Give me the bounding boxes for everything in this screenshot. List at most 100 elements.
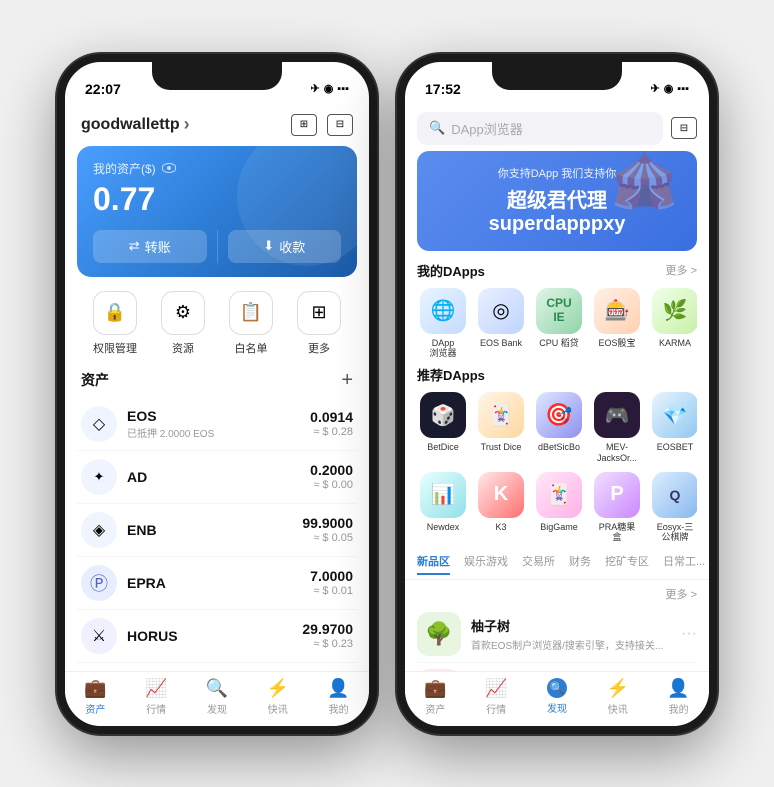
dapp-betdice[interactable]: 🎲 BetDice bbox=[417, 392, 469, 464]
dapp-newdex[interactable]: 📊 Newdex bbox=[417, 472, 469, 544]
news-tab-icon-r: ⚡ bbox=[607, 678, 629, 699]
cat-finance[interactable]: 财务 bbox=[569, 553, 591, 575]
asset-item-epra[interactable]: Ⓟ EPRA 7.0000 ≈ $ 0.01 bbox=[77, 557, 357, 610]
tab-mine-right[interactable]: 👤 我的 bbox=[648, 678, 709, 716]
resource-action[interactable]: ⚙ 资源 bbox=[161, 291, 205, 356]
cat-exchange[interactable]: 交易所 bbox=[522, 553, 555, 575]
dapp-newdex-icon: 📊 bbox=[420, 472, 466, 518]
dapp-k3[interactable]: K K3 bbox=[475, 472, 527, 544]
qr-icon[interactable]: ⊞ bbox=[291, 114, 317, 136]
new-app-yuzishu[interactable]: 🌳 柚子树 首款EOS制户浏览器/搜索引擎，支持接关... ··· bbox=[417, 606, 697, 663]
eos-name: EOS bbox=[127, 408, 310, 424]
whitelist-action[interactable]: 📋 白名单 bbox=[229, 291, 273, 356]
dapp-trustdice[interactable]: 🃏 Trust Dice bbox=[475, 392, 527, 464]
cat-mining[interactable]: 挖矿专区 bbox=[605, 553, 649, 575]
scan-icon-right[interactable]: ⊟ bbox=[671, 117, 697, 139]
notch-left bbox=[152, 62, 282, 90]
transfer-icon: ⇄ bbox=[129, 238, 140, 254]
ad-value: 0.2000 ≈ $ 0.00 bbox=[310, 462, 353, 491]
epra-amount: 7.0000 bbox=[310, 568, 353, 584]
recommended-row2: 📊 Newdex K K3 🃏 BigGame P PRA糖果盒 bbox=[417, 472, 697, 544]
enb-amount: 99.9000 bbox=[302, 515, 353, 531]
horus-amount: 29.9700 bbox=[302, 621, 353, 637]
enb-name: ENB bbox=[127, 522, 302, 538]
tab-discover-right[interactable]: 🔍 发现 bbox=[527, 678, 588, 716]
tab-mine-left[interactable]: 👤 我的 bbox=[308, 678, 369, 716]
yuzishu-name: 柚子树 bbox=[471, 616, 671, 635]
balance-label: 我的资产($) bbox=[93, 160, 341, 177]
epra-value: 7.0000 ≈ $ 0.01 bbox=[310, 568, 353, 597]
dapp-k3-icon: K bbox=[478, 472, 524, 518]
dapp-biggame-label: BigGame bbox=[540, 522, 578, 533]
dapp-search-bar[interactable]: 🔍 DApp浏览器 bbox=[417, 112, 663, 145]
dapp-eosbank[interactable]: ◎ EOS Bank bbox=[475, 288, 527, 360]
tab-assets-left[interactable]: 💼 资产 bbox=[65, 678, 126, 716]
new-app-poker[interactable]: ♠ 魔力扑克 一款多人在线区块链扑克游戏 ··· bbox=[417, 663, 697, 670]
receive-icon: ⬇ bbox=[263, 238, 274, 254]
news-tab-label-r: 快讯 bbox=[608, 701, 628, 716]
cat-new[interactable]: 新品区 bbox=[417, 553, 450, 575]
scan-icon[interactable]: ⊟ bbox=[327, 114, 353, 136]
balance-amount: 0.77 bbox=[93, 181, 341, 218]
receive-button[interactable]: ⬇ 收款 bbox=[228, 230, 342, 263]
tab-discover-left[interactable]: 🔍 发现 bbox=[187, 678, 248, 716]
asset-item-eos[interactable]: ◇ EOS 已抵押 2.0000 EOS 0.0914 ≈ $ 0.28 bbox=[77, 398, 357, 451]
asset-item-enb[interactable]: ◈ ENB 99.9000 ≈ $ 0.05 bbox=[77, 504, 357, 557]
dapp-eosyx[interactable]: Q Eosyx-三公棋牌 bbox=[649, 472, 697, 544]
promotion-banner[interactable]: 你支持DApp 我们支持你 超级君代理 superdapppxy 🎪 bbox=[417, 151, 697, 251]
mine-tab-label: 我的 bbox=[329, 701, 349, 716]
transfer-button[interactable]: ⇄ 转账 bbox=[93, 230, 207, 263]
eos-amount: 0.0914 bbox=[310, 409, 353, 425]
mine-tab-icon-r: 👤 bbox=[667, 678, 689, 699]
dapp-mev[interactable]: 🎮 MEV-JacksOr... bbox=[591, 392, 643, 464]
tab-market-right[interactable]: 📈 行情 bbox=[466, 678, 527, 716]
add-asset-button[interactable]: + bbox=[341, 370, 353, 390]
new-apps-more[interactable]: 更多 > bbox=[666, 586, 697, 602]
my-dapps-more[interactable]: 更多 > bbox=[666, 262, 697, 278]
whitelist-label: 白名单 bbox=[235, 340, 268, 356]
permission-action[interactable]: 🔒 权限管理 bbox=[93, 291, 137, 356]
enb-usd: ≈ $ 0.05 bbox=[302, 532, 353, 544]
more-action[interactable]: ⊞ 更多 bbox=[297, 291, 341, 356]
dapp-pra[interactable]: P PRA糖果盒 bbox=[591, 472, 643, 544]
dapp-karma-label: KARMA bbox=[659, 338, 691, 349]
banner-title2: superdapppxy bbox=[489, 213, 626, 236]
dapp-browser-icon: 🌐 bbox=[420, 288, 466, 334]
ad-amount: 0.2000 bbox=[310, 462, 353, 478]
dapp-browser[interactable]: 🌐 DApp浏览器 bbox=[417, 288, 469, 360]
asset-item-hvt[interactable]: W HVT 0.6014 bbox=[77, 663, 357, 671]
market-tab-label-r: 行情 bbox=[486, 701, 506, 716]
wallet-content: goodwallettp ⊞ ⊟ 我的资产($) 0.77 ⇄ 转账 bbox=[65, 106, 369, 726]
wallet-name[interactable]: goodwallettp bbox=[81, 114, 190, 135]
my-dapps-section: 我的DApps 更多 > 🌐 DApp浏览器 ◎ EOS Bank CPUIE bbox=[405, 261, 709, 366]
asset-item-ad[interactable]: ✦ AD 0.2000 ≈ $ 0.00 bbox=[77, 451, 357, 504]
enb-info: ENB bbox=[127, 522, 302, 538]
dapp-cpu[interactable]: CPUIE CPU 稻贷 bbox=[533, 288, 585, 360]
dapp-eosbank-label: EOS Bank bbox=[480, 338, 522, 349]
asset-item-horus[interactable]: ⚔ HORUS 29.9700 ≈ $ 0.23 bbox=[77, 610, 357, 663]
tab-assets-right[interactable]: 💼 资产 bbox=[405, 678, 466, 716]
tab-market-left[interactable]: 📈 行情 bbox=[126, 678, 187, 716]
dapp-biggame[interactable]: 🃏 BigGame bbox=[533, 472, 585, 544]
dapp-eosbet[interactable]: 💎 EOSBET bbox=[649, 392, 697, 464]
dapp-karma[interactable]: 🌿 KARMA bbox=[649, 288, 697, 360]
new-app-list: 更多 > 🌳 柚子树 首款EOS制户浏览器/搜索引擎，支持接关... ··· ♠… bbox=[405, 586, 709, 670]
horus-value: 29.9700 ≈ $ 0.23 bbox=[302, 621, 353, 650]
eye-icon[interactable] bbox=[162, 163, 176, 173]
permission-icon: 🔒 bbox=[93, 291, 137, 335]
dapp-slot[interactable]: 🎰 EOS骰宝 bbox=[591, 288, 643, 360]
cat-entertainment[interactable]: 娱乐游戏 bbox=[464, 553, 508, 575]
tab-news-right[interactable]: ⚡ 快讯 bbox=[587, 678, 648, 716]
airplane-icon-r: ✈ bbox=[650, 82, 659, 95]
time-left: 22:07 bbox=[85, 81, 121, 97]
recommended-header: 推荐DApps bbox=[417, 365, 697, 384]
dapp-mev-icon: 🎮 bbox=[594, 392, 640, 438]
cat-daily[interactable]: 日常工... bbox=[663, 553, 705, 575]
tab-news-left[interactable]: ⚡ 快讯 bbox=[247, 678, 308, 716]
left-tab-bar: 💼 资产 📈 行情 🔍 发现 ⚡ 快讯 👤 我的 bbox=[65, 671, 369, 726]
dapp-dbetsicbo[interactable]: 🎯 dBetSicBo bbox=[533, 392, 585, 464]
dapp-pra-icon: P bbox=[594, 472, 640, 518]
permission-label: 权限管理 bbox=[93, 340, 137, 356]
discover-tab-label: 发现 bbox=[207, 701, 227, 716]
dapp-betdice-label: BetDice bbox=[427, 442, 459, 453]
